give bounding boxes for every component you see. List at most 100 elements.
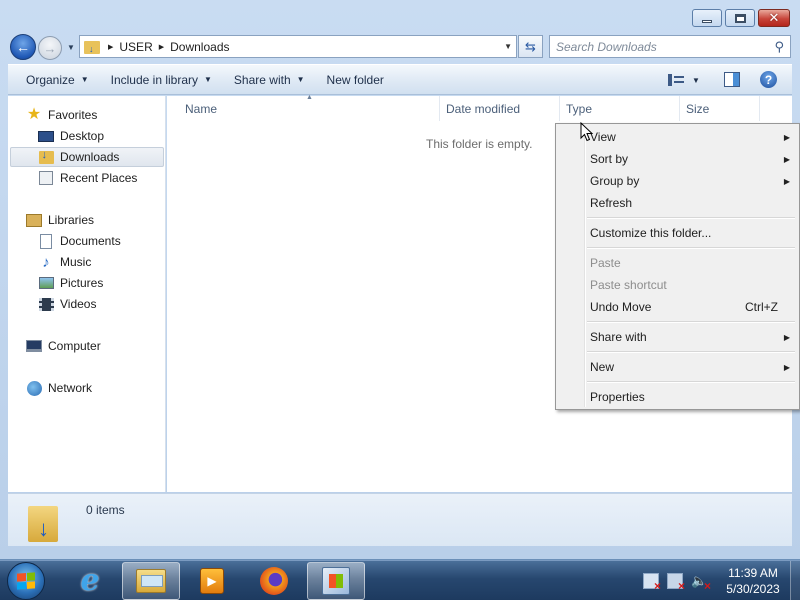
forward-button[interactable]: →	[38, 36, 62, 60]
pictures-icon	[38, 275, 54, 291]
sidebar-item-music[interactable]: ♪ Music	[38, 252, 91, 272]
downloads-folder-icon: ↓	[84, 40, 100, 54]
minimize-icon	[702, 19, 712, 23]
sidebar-item-downloads[interactable]: Downloads	[10, 147, 164, 167]
start-button[interactable]	[7, 562, 45, 600]
share-with-menu[interactable]: Share with ▼	[225, 65, 314, 94]
breadcrumb-downloads[interactable]: Downloads	[170, 40, 229, 54]
taskbar: e ▶ 🔈 11:39 AM 5/30/2023	[0, 560, 800, 600]
column-header-label: Date modified	[446, 101, 521, 116]
libraries-icon	[26, 212, 42, 228]
include-in-library-label: Include in library	[110, 72, 198, 87]
taskbar-windows-explorer[interactable]	[122, 562, 180, 600]
volume-muted-icon[interactable]: 🔈	[691, 573, 711, 594]
sidebar-item-label: Music	[60, 255, 92, 269]
submenu-arrow-icon: ▶	[783, 132, 790, 142]
preview-pane-button[interactable]	[724, 72, 740, 87]
star-icon: ★	[26, 106, 42, 123]
sidebar-item-documents[interactable]: Documents	[38, 231, 121, 251]
refresh-button[interactable]: ⇆	[518, 35, 543, 58]
details-pane: ↓ 0 items	[8, 493, 792, 546]
sidebar-item-pictures[interactable]: Pictures	[38, 273, 103, 293]
forward-arrow-icon: →	[43, 40, 57, 56]
menu-item-label: Share with	[590, 330, 647, 344]
menu-item-label: Paste	[590, 256, 621, 270]
new-folder-button[interactable]: New folder	[318, 65, 393, 94]
organize-menu[interactable]: Organize ▼	[17, 65, 98, 94]
column-header-name[interactable]: Name	[179, 96, 440, 121]
navigation-pane: ★ Favorites Desktop Downloads Recent Pla…	[8, 96, 166, 492]
chevron-down-icon: ▼	[67, 42, 75, 52]
sidebar-item-label: Computer	[48, 339, 101, 353]
firefox-icon	[260, 567, 288, 595]
menu-item-refresh[interactable]: Refresh	[559, 192, 798, 214]
column-header-label: Type	[566, 101, 593, 116]
breadcrumb-chevron-icon[interactable]: ▶	[108, 43, 113, 51]
videos-icon	[38, 296, 54, 312]
taskbar-internet-explorer[interactable]: e	[61, 562, 119, 600]
sidebar-item-favorites[interactable]: ★ Favorites	[26, 105, 98, 125]
back-button[interactable]: ←	[10, 34, 36, 60]
navigation-row: ← → ▼ ↓ ▶ USER ▶ Downloads ▼ ⇆ ⚲	[0, 32, 800, 62]
clock[interactable]: 11:39 AM 5/30/2023	[720, 565, 786, 597]
desktop-icon	[38, 128, 54, 144]
menu-item-view[interactable]: View ▶	[559, 126, 798, 148]
include-in-library-menu[interactable]: Include in library ▼	[102, 65, 221, 94]
computer-icon	[26, 338, 42, 354]
column-header-type[interactable]: Type	[560, 96, 680, 121]
menu-item-label: Undo Move	[590, 300, 652, 314]
change-view-button[interactable]: ▼	[668, 65, 700, 95]
sidebar-item-label: Videos	[60, 297, 97, 311]
menu-item-new[interactable]: New ▶	[559, 356, 798, 378]
column-header-label: Name	[185, 101, 218, 116]
menu-item-label: Sort by	[590, 152, 629, 166]
sidebar-item-libraries[interactable]: Libraries	[26, 210, 94, 230]
items-count: 0 items	[86, 503, 125, 517]
action-center-icon[interactable]	[643, 573, 661, 593]
address-bar[interactable]: ↓ ▶ USER ▶ Downloads ▼	[79, 35, 517, 58]
submenu-arrow-icon: ▶	[783, 154, 790, 164]
menu-item-share-with[interactable]: Share with ▶	[559, 326, 798, 348]
menu-separator	[587, 381, 795, 383]
menu-item-label: Properties	[590, 390, 645, 404]
column-header-date-modified[interactable]: Date modified	[440, 96, 560, 121]
search-icon[interactable]: ⚲	[774, 39, 784, 55]
address-dropdown-icon[interactable]: ▼	[504, 42, 512, 51]
search-box[interactable]: ⚲	[549, 35, 791, 58]
sidebar-item-label: Libraries	[48, 213, 95, 227]
title-bar[interactable]: ✕	[0, 0, 800, 32]
close-button[interactable]: ✕	[758, 9, 790, 27]
menu-separator	[587, 247, 795, 249]
empty-folder-message: This folder is empty.	[426, 137, 533, 151]
menu-item-group-by[interactable]: Group by ▶	[559, 170, 798, 192]
menu-item-sort-by[interactable]: Sort by ▶	[559, 148, 798, 170]
taskbar-firefox[interactable]	[245, 562, 303, 600]
menu-item-undo-move[interactable]: Undo Move Ctrl+Z	[559, 296, 798, 318]
search-input[interactable]	[556, 39, 761, 54]
breadcrumb-chevron-icon[interactable]: ▶	[159, 43, 164, 51]
network-status-icon[interactable]	[667, 573, 685, 593]
sidebar-item-network[interactable]: Network	[26, 378, 92, 398]
chevron-down-icon: ▼	[296, 75, 305, 84]
downloads-folder-icon	[38, 149, 54, 165]
minimize-button[interactable]	[692, 9, 722, 27]
menu-separator	[587, 321, 795, 323]
maximize-button[interactable]	[725, 9, 755, 27]
sidebar-item-desktop[interactable]: Desktop	[38, 126, 104, 146]
taskbar-windows-update[interactable]	[307, 562, 365, 600]
show-desktop-button[interactable]	[790, 561, 800, 600]
menu-item-paste-shortcut: Paste shortcut	[559, 274, 798, 296]
column-header-size[interactable]: Size	[680, 96, 760, 121]
sidebar-item-computer[interactable]: Computer	[26, 336, 101, 356]
sidebar-item-videos[interactable]: Videos	[38, 294, 96, 314]
menu-item-customize-folder[interactable]: Customize this folder...	[559, 222, 798, 244]
taskbar-windows-media-player[interactable]: ▶	[183, 562, 241, 600]
details-view-icon	[668, 74, 684, 86]
sidebar-item-recent-places[interactable]: Recent Places	[38, 168, 137, 188]
help-button[interactable]: ?	[760, 71, 777, 88]
recent-places-icon	[38, 170, 54, 186]
recent-pages-button[interactable]: ▼	[65, 40, 77, 54]
menu-item-properties[interactable]: Properties	[559, 386, 798, 408]
breadcrumb-user[interactable]: USER	[119, 40, 152, 54]
organize-label: Organize	[26, 72, 75, 87]
